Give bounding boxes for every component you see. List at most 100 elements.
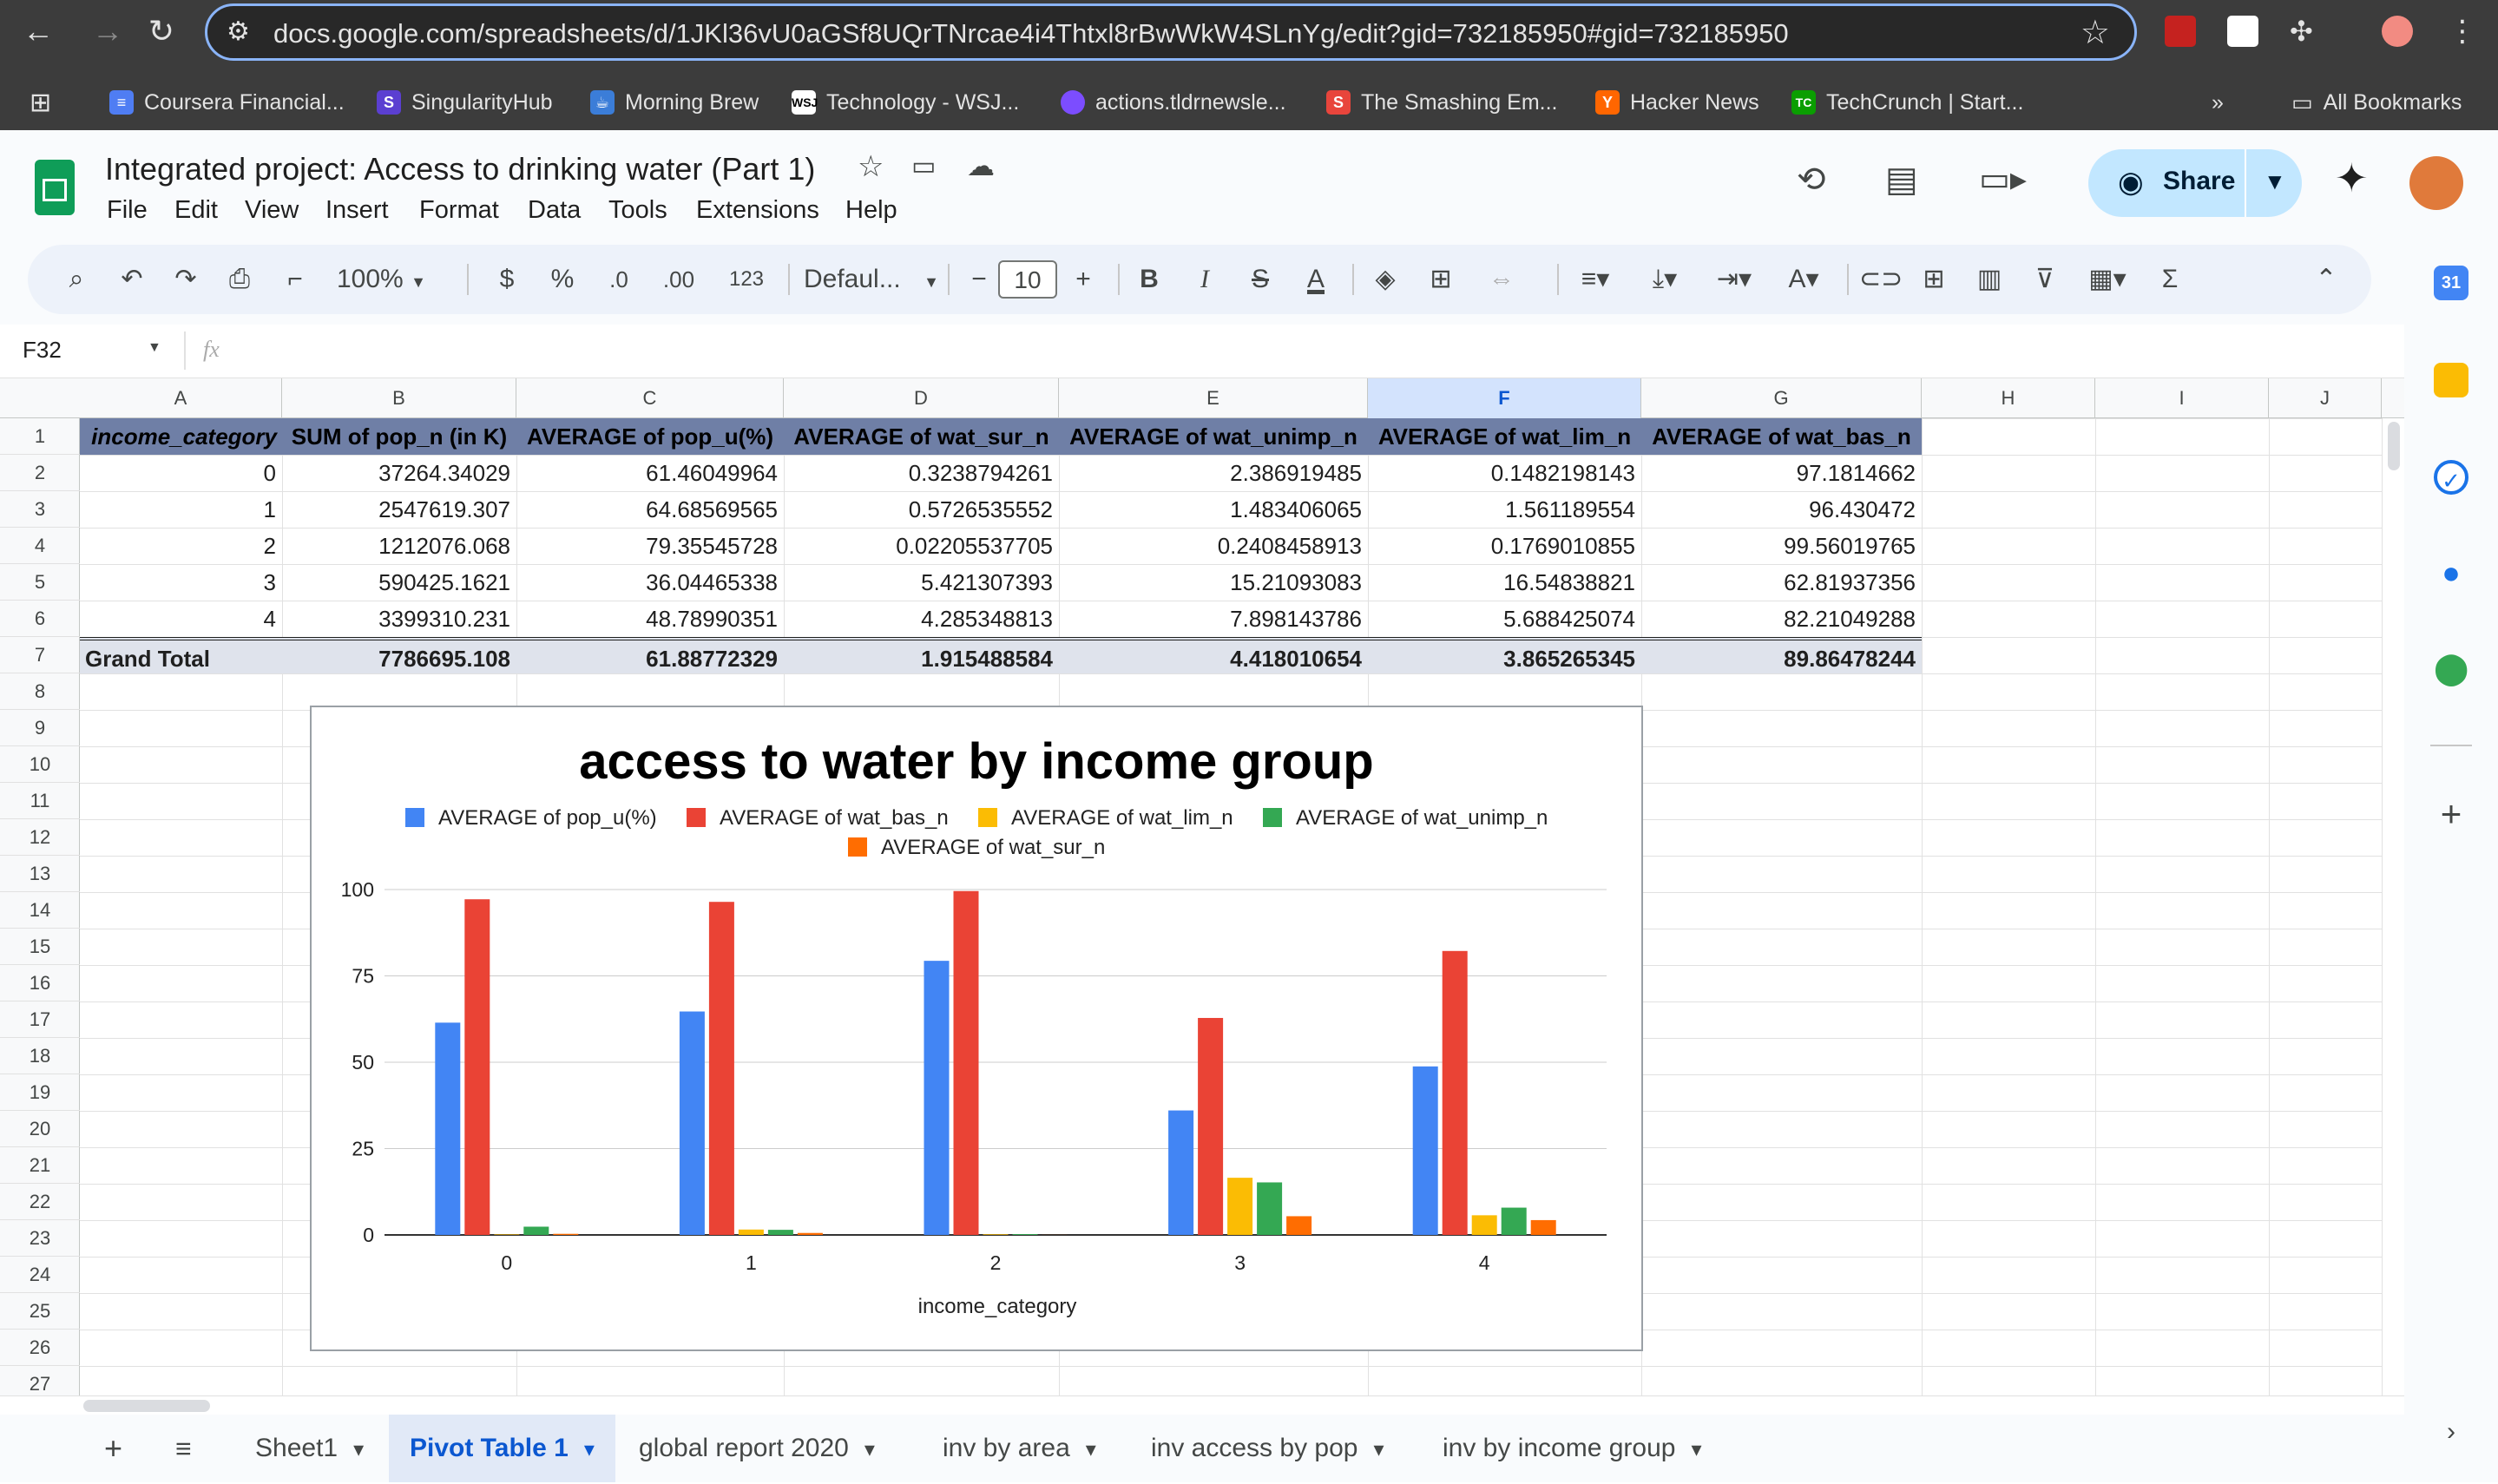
sheet-tab[interactable]: inv by income group▾ bbox=[1422, 1415, 1723, 1482]
column-header-d[interactable]: D bbox=[784, 378, 1059, 418]
pivot-data-cell[interactable]: 0.1769010855 bbox=[1368, 528, 1641, 564]
row-header-17[interactable]: 17 bbox=[0, 1001, 80, 1038]
pivot-data-cell[interactable]: 2 bbox=[80, 528, 282, 564]
menu-tools[interactable]: Tools bbox=[608, 196, 667, 225]
pivot-data-cell[interactable]: 4.285348813 bbox=[784, 601, 1059, 637]
bookmark-2[interactable]: ☕Morning Brew bbox=[590, 83, 759, 121]
row-header-9[interactable]: 9 bbox=[0, 710, 80, 746]
name-box-dropdown-icon[interactable]: ▼ bbox=[148, 340, 161, 356]
row-header-3[interactable]: 3 bbox=[0, 491, 80, 528]
pivot-data-cell[interactable]: 0 bbox=[80, 455, 282, 491]
pivot-header-cell[interactable]: AVERAGE of wat_bas_n bbox=[1641, 418, 1922, 455]
row-header-18[interactable]: 18 bbox=[0, 1038, 80, 1074]
increase-font-size-icon[interactable]: + bbox=[1064, 257, 1102, 302]
vertical-align-icon[interactable]: ⤓▾ bbox=[1639, 257, 1691, 302]
percent-format-button[interactable]: % bbox=[543, 257, 582, 302]
text-rotation-icon[interactable]: A▾ bbox=[1778, 257, 1830, 302]
column-header-i[interactable]: I bbox=[2095, 378, 2269, 418]
undo-icon[interactable]: ↶ bbox=[113, 257, 151, 302]
show-side-panel-icon[interactable]: › bbox=[2434, 1415, 2468, 1449]
pivot-header-cell[interactable]: AVERAGE of pop_u(%) bbox=[516, 418, 784, 455]
grand-total-cell[interactable]: Grand Total bbox=[80, 637, 282, 673]
bookmark-0[interactable]: ≡Coursera Financial... bbox=[109, 83, 345, 121]
paint-format-icon[interactable]: ⌐ bbox=[276, 257, 314, 302]
bookmark-5[interactable]: SThe Smashing Em... bbox=[1326, 83, 1557, 121]
horizontal-scroll-thumb[interactable] bbox=[83, 1400, 210, 1412]
chevron-down-icon[interactable]: ▾ bbox=[1086, 1438, 1096, 1461]
comments-icon[interactable]: ▤ bbox=[1885, 160, 1918, 200]
row-header-25[interactable]: 25 bbox=[0, 1293, 80, 1330]
vertical-scroll-thumb[interactable] bbox=[2388, 422, 2400, 470]
chevron-down-icon[interactable]: ▾ bbox=[1373, 1438, 1384, 1461]
forward-arrow-icon[interactable]: → bbox=[87, 10, 128, 52]
row-header-5[interactable]: 5 bbox=[0, 564, 80, 601]
chevron-down-icon[interactable]: ▾ bbox=[1691, 1438, 1701, 1461]
all-sheets-icon[interactable]: ≡ bbox=[154, 1415, 213, 1482]
column-header-c[interactable]: C bbox=[516, 378, 784, 418]
pivot-data-cell[interactable]: 0.2408458913 bbox=[1059, 528, 1368, 564]
row-header-7[interactable]: 7 bbox=[0, 637, 80, 673]
row-header-20[interactable]: 20 bbox=[0, 1111, 80, 1147]
cloud-status-icon[interactable]: ☁ bbox=[967, 149, 995, 182]
row-header-1[interactable]: 1 bbox=[0, 418, 80, 455]
menu-help[interactable]: Help bbox=[845, 196, 897, 225]
address-bar[interactable]: ⚙ docs.google.com/spreadsheets/d/1JKl36v… bbox=[205, 3, 2137, 61]
column-header-e[interactable]: E bbox=[1059, 378, 1368, 418]
column-header-g[interactable]: G bbox=[1641, 378, 1922, 418]
row-header-11[interactable]: 11 bbox=[0, 783, 80, 819]
pivot-data-cell[interactable]: 1.561189554 bbox=[1368, 491, 1641, 528]
gemini-sparkle-icon[interactable]: ✦ bbox=[2335, 154, 2369, 201]
borders-icon[interactable]: ⊞ bbox=[1422, 257, 1460, 302]
chevron-down-icon[interactable]: ▾ bbox=[584, 1438, 595, 1461]
chevron-down-icon[interactable]: ▾ bbox=[353, 1438, 364, 1461]
pivot-data-cell[interactable]: 2547619.307 bbox=[282, 491, 516, 528]
get-addons-icon[interactable]: + bbox=[2434, 797, 2468, 831]
row-header-16[interactable]: 16 bbox=[0, 965, 80, 1001]
pivot-data-cell[interactable]: 3 bbox=[80, 564, 282, 601]
pivot-data-cell[interactable]: 0.3238794261 bbox=[784, 455, 1059, 491]
pivot-data-cell[interactable]: 48.78990351 bbox=[516, 601, 784, 637]
insert-chart-icon[interactable]: ▥ bbox=[1970, 257, 2008, 302]
chevron-down-icon[interactable]: ▾ bbox=[864, 1438, 875, 1461]
insert-comment-icon[interactable]: ⊞ bbox=[1915, 257, 1953, 302]
pivot-data-cell[interactable]: 0.02205537705 bbox=[784, 528, 1059, 564]
zoom-select[interactable]: 100% ▼ bbox=[337, 257, 441, 302]
extension-pdf-icon[interactable] bbox=[2165, 16, 2196, 47]
search-menus-icon[interactable]: ⌕ bbox=[57, 257, 95, 302]
sheet-tab[interactable]: Pivot Table 1▾ bbox=[389, 1415, 615, 1482]
bold-button[interactable]: B bbox=[1130, 257, 1168, 302]
pivot-data-cell[interactable]: 0.1482198143 bbox=[1368, 455, 1641, 491]
pivot-data-cell[interactable]: 36.04465338 bbox=[516, 564, 784, 601]
all-bookmarks[interactable]: ▭All Bookmarks bbox=[2291, 83, 2462, 121]
pivot-data-cell[interactable]: 1.483406065 bbox=[1059, 491, 1368, 528]
column-header-a[interactable]: A bbox=[80, 378, 282, 418]
pivot-data-cell[interactable]: 4 bbox=[80, 601, 282, 637]
bookmark-6[interactable]: YHacker News bbox=[1595, 83, 1759, 121]
star-icon[interactable]: ☆ bbox=[858, 149, 884, 184]
pivot-header-cell[interactable]: SUM of pop_n (in K) bbox=[282, 418, 516, 455]
column-header-b[interactable]: B bbox=[282, 378, 516, 418]
pivot-data-cell[interactable]: 1212076.068 bbox=[282, 528, 516, 564]
calendar-icon[interactable]: 31 bbox=[2434, 266, 2468, 300]
extensions-puzzle-icon[interactable]: ✣ bbox=[2290, 16, 2321, 47]
more-formats-button[interactable]: 123 bbox=[722, 257, 771, 302]
maps-icon[interactable]: ⬤ bbox=[2434, 651, 2468, 686]
row-header-15[interactable]: 15 bbox=[0, 929, 80, 965]
pivot-data-cell[interactable]: 97.1814662 bbox=[1641, 455, 1922, 491]
pivot-data-cell[interactable]: 1 bbox=[80, 491, 282, 528]
vertical-scrollbar[interactable] bbox=[2382, 418, 2404, 1395]
grand-total-cell[interactable]: 7786695.108 bbox=[282, 637, 516, 673]
horizontal-align-icon[interactable]: ≡▾ bbox=[1569, 257, 1621, 302]
pivot-data-cell[interactable]: 590425.1621 bbox=[282, 564, 516, 601]
print-icon[interactable]: ⎙ bbox=[220, 257, 259, 302]
pivot-data-cell[interactable]: 7.898143786 bbox=[1059, 601, 1368, 637]
pivot-data-cell[interactable]: 37264.34029 bbox=[282, 455, 516, 491]
move-folder-icon[interactable]: ▭ bbox=[911, 151, 936, 181]
sheet-tab[interactable]: global report 2020▾ bbox=[618, 1415, 896, 1482]
apps-grid-icon[interactable]: ⊞ bbox=[30, 83, 51, 121]
grand-total-cell[interactable]: 3.865265345 bbox=[1368, 637, 1641, 673]
pivot-data-cell[interactable]: 82.21049288 bbox=[1641, 601, 1922, 637]
column-header-j[interactable]: J bbox=[2269, 378, 2382, 418]
pivot-header-cell[interactable]: AVERAGE of wat_lim_n bbox=[1368, 418, 1641, 455]
bar-chart[interactable]: access to water by income groupAVERAGE o… bbox=[310, 706, 1643, 1351]
